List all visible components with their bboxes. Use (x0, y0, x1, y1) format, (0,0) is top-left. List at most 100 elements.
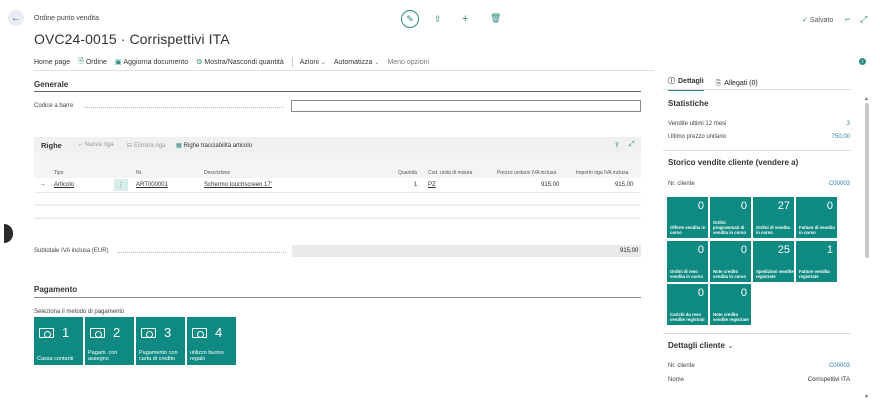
money-icon (192, 328, 207, 338)
cell-description[interactable]: Schermo touchscreen 17' (204, 182, 272, 188)
tab-attachments-label: Allegati (0) (724, 80, 758, 87)
cue-tile-value: 27 (777, 200, 790, 212)
cue-tile[interactable]: 0 Fatture di vendita in corso (796, 197, 837, 238)
update-document-label: Aggiorna documento (123, 58, 189, 66)
cue-tile[interactable]: 1 Fatture vendita registrate (796, 241, 837, 282)
last-unit-price-value[interactable]: 750,00 (800, 134, 850, 140)
customer-no-label: Nr. cliente (668, 363, 695, 369)
toolbar-divider-line (34, 70, 654, 71)
scroll-up-icon[interactable]: ▲ (864, 96, 869, 102)
check-icon: ✓ (802, 17, 808, 24)
subtotal-value: 915,00 (620, 248, 639, 254)
cue-tile-value: 0 (697, 287, 704, 299)
delete-line-label: Elimina riga (134, 142, 166, 149)
customer-details-title[interactable]: Dettagli cliente ⌄ (668, 341, 734, 350)
page-title: OVC24-0015 · Corrispettivi ITA (34, 31, 230, 47)
info-icon: ⓘ (668, 78, 675, 85)
paperclip-icon: ⎘ (715, 79, 722, 87)
empty-row[interactable] (34, 192, 641, 204)
customer-no-value[interactable]: C00003 (800, 181, 850, 187)
empty-row[interactable] (34, 205, 641, 217)
cell-uom[interactable]: PZ (428, 182, 436, 188)
update-document-button[interactable]: ▣ Aggiorna documento (115, 58, 189, 67)
lines-title[interactable]: Righe (41, 141, 62, 150)
factbox-tab-divider (663, 89, 851, 90)
share-icon[interactable]: ⇪ (434, 14, 442, 25)
money-icon (90, 328, 105, 338)
col-header-quantity[interactable]: Quantità (398, 170, 417, 176)
cue-tile-value: 0 (740, 244, 747, 256)
edit-button[interactable]: ✎ (401, 10, 419, 28)
home-page-label: Home page (34, 58, 71, 66)
sales-12-months-value[interactable]: 3 (800, 121, 850, 127)
col-header-amount[interactable]: Importo riga IVA inclusa (576, 170, 628, 176)
cell-type[interactable]: Articolo (54, 182, 74, 188)
add-icon[interactable]: + (462, 13, 468, 25)
tab-details-label: Dettagli (678, 77, 704, 85)
cue-tile-value: 0 (740, 287, 747, 299)
cell-no[interactable]: ART000001 (136, 182, 168, 188)
item-tracking-button[interactable]: ▦ Righe tracciabilità articolo (176, 142, 253, 150)
col-header-no[interactable]: Nr. (136, 170, 142, 176)
info-icon[interactable]: i (859, 58, 866, 65)
cell-quantity[interactable]: 1 (414, 182, 417, 188)
col-header-description[interactable]: Descrizione (204, 170, 230, 176)
toggle-quantity-label: Mostra/Nascondi quantità (204, 58, 284, 66)
pencil-icon: ✎ (406, 13, 414, 24)
money-icon (39, 328, 54, 338)
customer-no-value[interactable]: C00003 (800, 363, 850, 369)
payment-tile-credit-card[interactable]: 3 Pagamento con carta di credito (136, 317, 185, 365)
col-header-uom[interactable]: Cod. unità di misura (428, 170, 472, 176)
delete-icon[interactable]: 🗑 (490, 13, 501, 24)
col-header-type[interactable]: Tipo (54, 170, 64, 176)
actions-menu[interactable]: Azioni ⌄ (300, 59, 326, 66)
general-section-rule (34, 91, 641, 92)
payment-tile-check[interactable]: 2 Pagam. con assegno (85, 317, 134, 365)
payment-section-title[interactable]: Pagamento (34, 285, 77, 294)
general-section-title[interactable]: Generale (34, 80, 68, 89)
payment-tile-number: 3 (164, 325, 172, 340)
dotted-leader (84, 107, 284, 108)
new-line-button[interactable]: ⌐ Nuova riga (79, 142, 114, 148)
cue-tile[interactable]: 0 Note credito vendita in corso (710, 241, 751, 282)
cue-tile[interactable]: 0 Offerte vendita in corso (667, 197, 708, 238)
cue-tile[interactable]: 0 Ordini di reso vendita in corso (667, 241, 708, 282)
cue-tile[interactable]: 25 Spedizioni vendite registrate (753, 241, 794, 282)
cell-amount[interactable]: 915,00 (615, 182, 633, 188)
bookmark-icon[interactable]: ⌐ (845, 14, 850, 24)
customer-no-label: Nr. cliente (668, 181, 695, 187)
toggle-quantity-button[interactable]: ⚙ Mostra/Nascondi quantità (196, 58, 284, 67)
new-line-icon: ⌐ (79, 142, 83, 148)
delete-line-icon: ⊟ (127, 143, 133, 149)
cue-tile[interactable]: 27 Ordini di vendita in corso (753, 197, 794, 238)
automate-menu[interactable]: Automatizza ⌄ (334, 59, 380, 66)
factbox-scrollbar[interactable] (865, 103, 869, 258)
empty-row[interactable] (34, 218, 641, 230)
payment-tile-label: Pagamento con carta di credito (139, 350, 178, 362)
payment-tile-gift-voucher[interactable]: 4 utilizzo buono regalo (187, 317, 236, 365)
back-button[interactable]: ← (8, 10, 24, 26)
fewer-options-button[interactable]: Meno opzioni (387, 59, 429, 66)
cell-unit-price[interactable]: 915,00 (541, 182, 559, 188)
arrow-right-icon: → (39, 181, 46, 188)
col-header-unit-price[interactable]: Prezzo unitario IVA inclusa (497, 170, 556, 176)
new-line-label: Nuova riga (84, 142, 114, 148)
order-button[interactable]: 🗎 Ordine (78, 57, 107, 68)
item-tracking-label: Righe tracciabilità articolo (183, 142, 253, 149)
expand-icon[interactable]: ⤢ (860, 14, 867, 25)
cue-tile[interactable]: 0 Ordini programmati di vendita in corso (710, 197, 751, 238)
cue-tile[interactable]: 0 Carichi da reso vendite registrati (667, 284, 708, 325)
barcode-input[interactable] (291, 100, 641, 112)
cue-tile-label: Note credito vendite registrate (713, 312, 749, 322)
delete-line-button[interactable]: ⊟ Elimina riga (127, 142, 166, 150)
cue-tile[interactable]: 0 Note credito vendite registrate (710, 284, 751, 325)
row-menu-button[interactable]: ⋮ (114, 179, 128, 191)
payment-tile-number: 1 (62, 325, 70, 340)
home-page-button[interactable]: Home page (34, 59, 70, 66)
scroll-down-icon[interactable]: ▼ (864, 394, 869, 400)
share-icon[interactable]: ⇪ (614, 141, 620, 149)
expand-icon[interactable]: ⤢ (629, 141, 635, 149)
dotted-leader (118, 252, 286, 253)
payment-tile-cash[interactable]: 1 Cassa contanti (34, 317, 83, 365)
more-vertical-icon: ⋮ (117, 182, 125, 189)
